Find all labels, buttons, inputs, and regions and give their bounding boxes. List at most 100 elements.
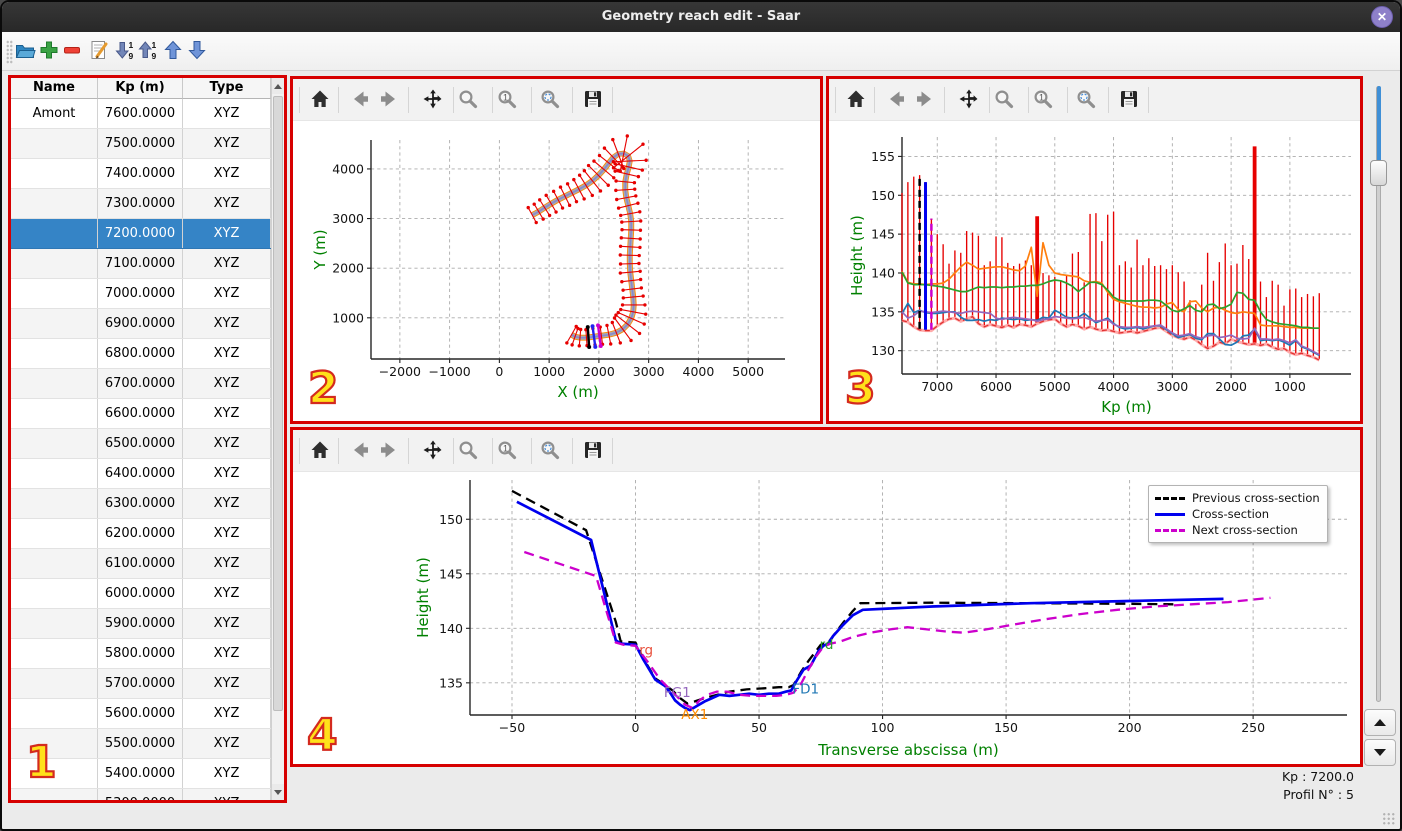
cell-type[interactable]: XYZ (183, 519, 271, 548)
cell-name[interactable] (11, 549, 98, 578)
cell-type[interactable]: XYZ (183, 369, 271, 398)
cell-name[interactable] (11, 669, 98, 698)
table-row[interactable]: 7200.0000 XYZ (11, 219, 271, 249)
edit-table-button[interactable] (86, 38, 112, 65)
cell-type[interactable]: XYZ (183, 729, 271, 758)
zoom-in-out-button[interactable]: 1 (1029, 86, 1057, 114)
cell-kp[interactable]: 7300.0000 (98, 189, 183, 218)
cell-type[interactable]: XYZ (183, 669, 271, 698)
cell-kp[interactable]: 6800.0000 (98, 339, 183, 368)
cell-name[interactable] (11, 399, 98, 428)
cell-type[interactable]: XYZ (183, 189, 271, 218)
table-row[interactable]: 5600.0000 XYZ (11, 699, 271, 729)
scroll-down-button[interactable] (272, 784, 284, 800)
cell-name[interactable] (11, 279, 98, 308)
table-row[interactable]: 7300.0000 XYZ (11, 189, 271, 219)
cell-type[interactable]: XYZ (183, 339, 271, 368)
home-button[interactable] (306, 86, 334, 114)
cell-name[interactable] (11, 789, 98, 800)
cell-kp[interactable]: 5900.0000 (98, 609, 183, 638)
zoom-region-button[interactable] (536, 86, 564, 114)
longitudinal-profile-plot[interactable]: 7000 6000 5000 4000 3000 2000 1000 130 135 140 145… (829, 121, 1360, 421)
cell-name[interactable] (11, 609, 98, 638)
cell-kp[interactable]: 7600.0000 (98, 99, 183, 128)
back-button[interactable] (346, 86, 374, 114)
cell-type[interactable]: XYZ (183, 699, 271, 728)
save-button[interactable] (579, 437, 607, 465)
move-up-button[interactable] (160, 38, 186, 65)
cell-kp[interactable]: 6100.0000 (98, 549, 183, 578)
column-header-name[interactable]: Name (11, 78, 98, 99)
table-row[interactable]: 7000.0000 XYZ (11, 279, 271, 309)
cell-name[interactable] (11, 429, 98, 458)
zoom-button[interactable] (990, 86, 1018, 114)
profile-down-button[interactable] (1364, 739, 1396, 766)
table-row[interactable]: 6700.0000 XYZ (11, 369, 271, 399)
cell-name[interactable] (11, 699, 98, 728)
cell-kp[interactable]: 6000.0000 (98, 579, 183, 608)
scrollbar-thumb[interactable] (273, 96, 283, 711)
cell-type[interactable]: XYZ (183, 759, 271, 788)
table-row[interactable]: 6800.0000 XYZ (11, 339, 271, 369)
remove-row-button[interactable] (59, 38, 85, 65)
table-row[interactable]: 6400.0000 XYZ (11, 459, 271, 489)
profile-slider-handle[interactable] (1370, 160, 1387, 186)
table-row[interactable]: 5900.0000 XYZ (11, 609, 271, 639)
table-scrollbar[interactable] (271, 78, 284, 800)
table-row[interactable]: 7500.0000 XYZ (11, 129, 271, 159)
profile-up-button[interactable] (1364, 709, 1396, 736)
zoom-button[interactable] (454, 86, 482, 114)
cell-type[interactable]: XYZ (183, 429, 271, 458)
save-button[interactable] (1115, 86, 1143, 114)
cell-name[interactable] (11, 309, 98, 338)
cell-kp[interactable]: 5400.0000 (98, 759, 183, 788)
table-row[interactable]: 6500.0000 XYZ (11, 429, 271, 459)
cell-type[interactable]: XYZ (183, 279, 271, 308)
cell-kp[interactable]: 6700.0000 (98, 369, 183, 398)
cell-kp[interactable]: 5700.0000 (98, 669, 183, 698)
cell-name[interactable] (11, 369, 98, 398)
cell-type[interactable]: XYZ (183, 609, 271, 638)
plan-view-plot[interactable]: −2000 −1000 0 1000 2000 3000 4000 5000 1000 2000 3… (293, 121, 820, 421)
cell-type[interactable]: XYZ (183, 129, 271, 158)
column-header-kp-m-[interactable]: Kp (m) (98, 78, 183, 99)
open-file-button[interactable] (12, 38, 38, 65)
move-down-button[interactable] (184, 38, 210, 65)
cell-type[interactable]: XYZ (183, 249, 271, 278)
cell-kp[interactable]: 5500.0000 (98, 729, 183, 758)
table-row[interactable]: 7400.0000 XYZ (11, 159, 271, 189)
zoom-in-out-button[interactable]: 1 (493, 437, 521, 465)
titlebar[interactable]: Geometry reach edit - Saar ✕ (2, 2, 1400, 32)
cell-name[interactable] (11, 339, 98, 368)
cell-kp[interactable]: 6900.0000 (98, 309, 183, 338)
cell-kp[interactable]: 6500.0000 (98, 429, 183, 458)
cell-kp[interactable]: 5300.0000 (98, 789, 183, 800)
cell-type[interactable]: XYZ (183, 549, 271, 578)
back-button[interactable] (346, 437, 374, 465)
forward-button[interactable] (911, 86, 939, 114)
cell-name[interactable] (11, 459, 98, 488)
cell-type[interactable]: XYZ (183, 399, 271, 428)
cell-kp[interactable]: 6200.0000 (98, 519, 183, 548)
table-row[interactable]: 7100.0000 XYZ (11, 249, 271, 279)
table-row[interactable]: 6900.0000 XYZ (11, 309, 271, 339)
table-row[interactable]: 6000.0000 XYZ (11, 579, 271, 609)
cell-type[interactable]: XYZ (183, 99, 271, 128)
cell-kp[interactable]: 7000.0000 (98, 279, 183, 308)
cell-kp[interactable]: 5600.0000 (98, 699, 183, 728)
cell-type[interactable]: XYZ (183, 789, 271, 800)
cell-type[interactable]: XYZ (183, 219, 271, 248)
pan-button[interactable] (955, 86, 983, 114)
zoom-in-out-button[interactable]: 1 (493, 86, 521, 114)
resize-grip[interactable] (1382, 812, 1396, 825)
home-button[interactable] (842, 86, 870, 114)
home-button[interactable] (306, 437, 334, 465)
table-row[interactable]: 6100.0000 XYZ (11, 549, 271, 579)
table-row[interactable]: 5700.0000 XYZ (11, 669, 271, 699)
cell-name[interactable] (11, 249, 98, 278)
cell-name[interactable] (11, 159, 98, 188)
cell-name[interactable] (11, 489, 98, 518)
cell-type[interactable]: XYZ (183, 639, 271, 668)
forward-button[interactable] (375, 437, 403, 465)
pan-button[interactable] (419, 86, 447, 114)
